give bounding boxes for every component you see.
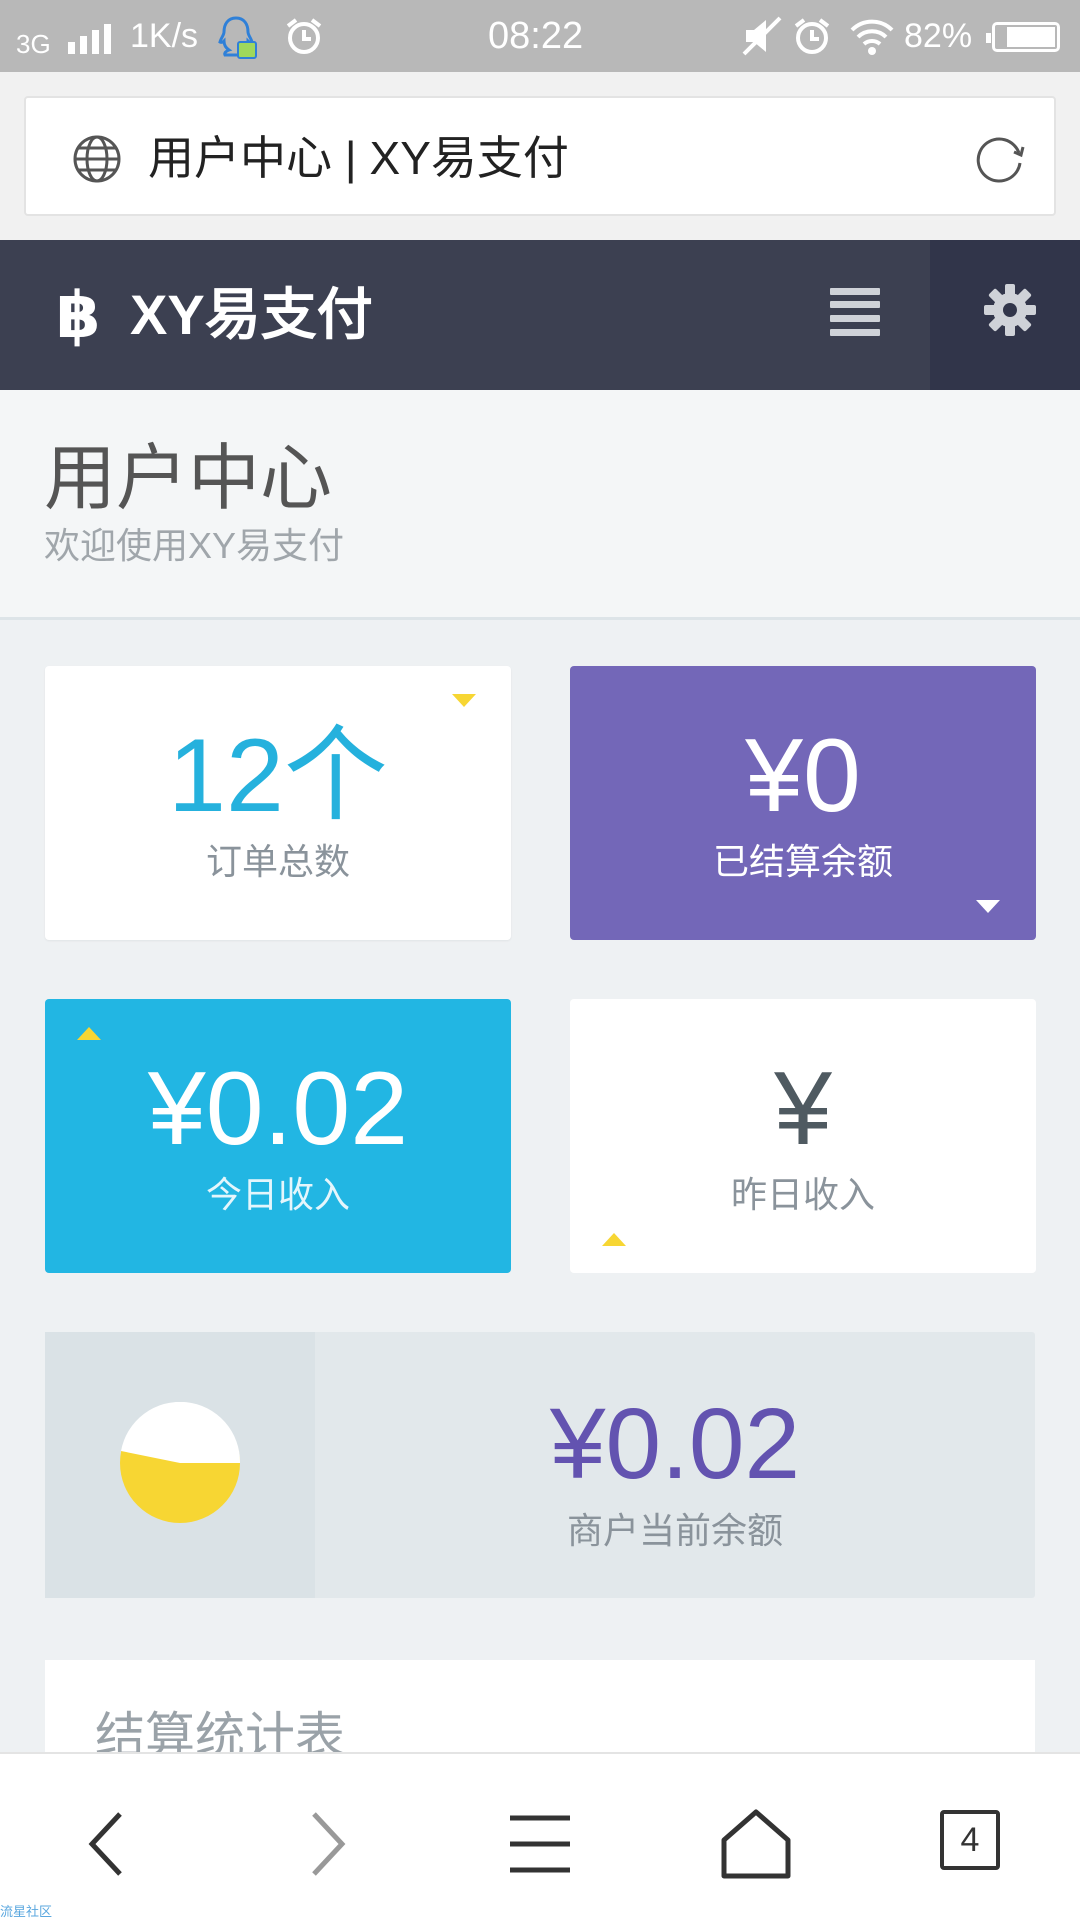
stat-card-yesterday-income[interactable]: ¥ 昨日收入	[570, 999, 1036, 1273]
mute-icon	[742, 16, 782, 56]
signal-icon	[62, 22, 111, 54]
menu-icon[interactable]	[500, 1804, 580, 1884]
merchant-balance-card[interactable]: ¥0.02 商户当前余额	[45, 1332, 1035, 1598]
brand-name[interactable]: XY易支付	[130, 280, 373, 350]
stat-label: 今日收入	[205, 1174, 350, 1215]
balance-value: ¥0.02	[549, 1388, 801, 1500]
home-icon[interactable]	[716, 1804, 796, 1884]
browser-toolbar: 用户中心 | XY易支付	[0, 72, 1080, 240]
stat-value: ¥0	[745, 718, 861, 834]
alarm-icon	[286, 18, 322, 54]
battery-fill	[1007, 27, 1055, 47]
globe-icon	[73, 135, 121, 183]
gear-icon	[984, 284, 1036, 336]
stat-value: 12个	[168, 718, 388, 834]
stat-card-order-count[interactable]: 12个 订单总数	[45, 666, 511, 940]
forward-icon[interactable]	[286, 1804, 366, 1884]
qq-icon	[218, 16, 257, 59]
clock-time: 08:22	[488, 15, 584, 57]
network-speed: 1K/s	[130, 17, 199, 55]
balance-label: 商户当前余额	[566, 1510, 783, 1551]
battery-percent: 82%	[904, 17, 973, 55]
caret-up-icon	[602, 1233, 626, 1246]
wifi-icon	[850, 19, 894, 55]
battery-icon	[986, 22, 1060, 52]
stat-card-today-income[interactable]: ¥0.02 今日收入	[45, 999, 511, 1273]
caret-down-icon	[976, 900, 1000, 913]
stat-card-settled-balance[interactable]: ¥0 已结算余额	[570, 666, 1036, 940]
settings-button[interactable]	[930, 240, 1080, 390]
alarm-icon	[794, 18, 830, 54]
address-bar[interactable]: 用户中心 | XY易支付	[24, 96, 1056, 216]
stat-label: 订单总数	[205, 841, 350, 882]
page-header: 用户中心 欢迎使用XY易支付	[0, 390, 1080, 620]
watermark: 流星社区	[0, 1904, 53, 1919]
page-title: 用户中心	[44, 439, 333, 519]
status-bar: 3G 1K/s 08:22 82%	[0, 0, 1080, 72]
back-icon[interactable]	[68, 1804, 148, 1884]
tabs-icon: 4	[940, 1810, 1000, 1870]
caret-up-icon	[77, 1027, 101, 1040]
menu-icon[interactable]	[830, 288, 880, 336]
balance-icon-panel	[45, 1332, 315, 1598]
stat-label: 昨日收入	[730, 1174, 875, 1215]
reload-icon[interactable]	[972, 132, 1028, 188]
stat-value: ¥	[774, 1051, 832, 1167]
tabs-button[interactable]: 4	[934, 1804, 1014, 1884]
network-type: 3G	[16, 29, 51, 59]
page-title-url: 用户中心 | XY易支付	[148, 132, 569, 184]
app-header: ฿ XY易支付	[0, 240, 1080, 390]
pie-chart-icon	[120, 1402, 241, 1523]
stat-value: ¥0.02	[147, 1051, 409, 1167]
page-subtitle: 欢迎使用XY易支付	[44, 525, 345, 566]
caret-down-icon	[452, 694, 476, 707]
browser-bottom-nav: 4	[0, 1752, 1080, 1920]
bitcoin-icon: ฿	[56, 279, 101, 351]
stat-label: 已结算余额	[712, 841, 893, 882]
